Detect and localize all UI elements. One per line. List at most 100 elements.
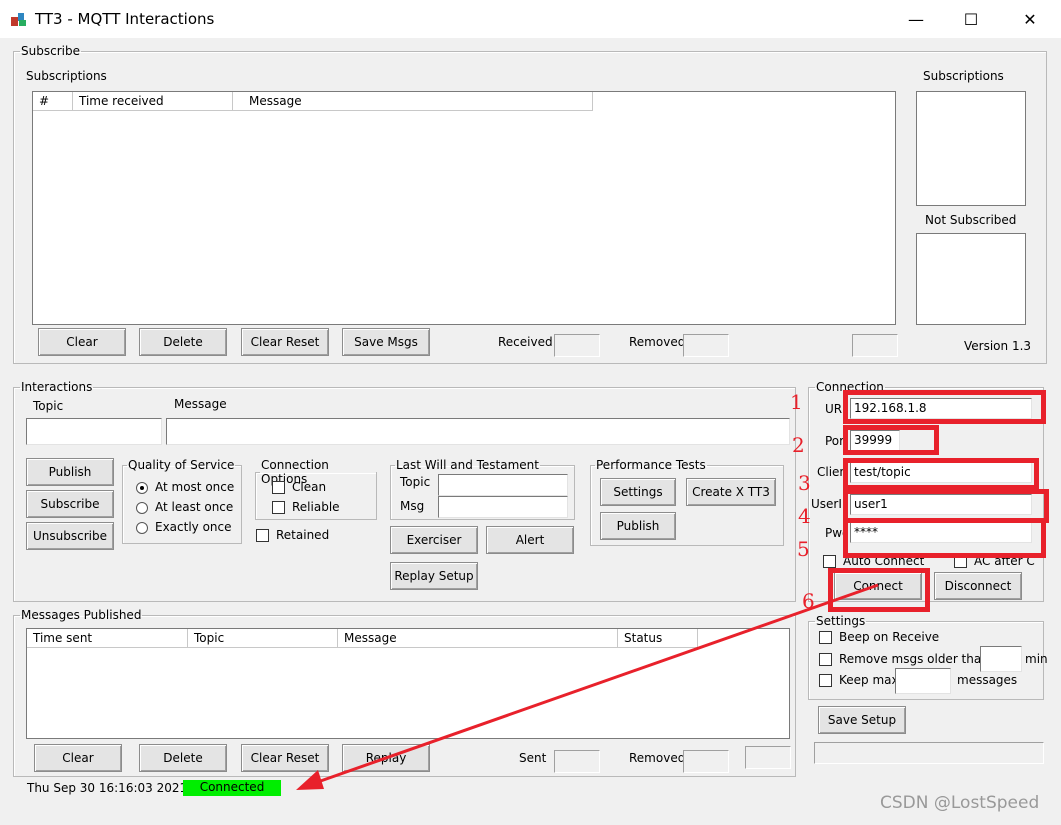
annotation-number: 6 xyxy=(802,589,815,613)
qos-option-label: At most once xyxy=(155,480,235,494)
retained-label: Retained xyxy=(276,528,330,542)
version-label: Version 1.3 xyxy=(964,339,1032,353)
sent-label: Sent xyxy=(519,751,547,765)
annotation-box-connect xyxy=(828,568,930,612)
message-input[interactable] xyxy=(166,418,790,445)
column-header[interactable]: Message xyxy=(338,629,618,648)
minimize-button[interactable]: — xyxy=(890,0,942,38)
topic-input[interactable] xyxy=(26,418,162,445)
qos-radio-at-least-once[interactable] xyxy=(136,502,148,514)
qos-radio-at-most-once[interactable] xyxy=(136,482,148,494)
sent-count xyxy=(554,750,600,773)
annotation-number: 1 xyxy=(790,390,803,414)
published-extra-count xyxy=(745,746,791,769)
annotation-box-port xyxy=(843,425,939,455)
annotation-number: 2 xyxy=(792,433,805,457)
clear-reset-published-button[interactable]: Clear Reset xyxy=(241,744,329,772)
close-button[interactable]: ✕ xyxy=(1004,0,1056,38)
subscribe-button[interactable]: Subscribe xyxy=(26,490,114,518)
extra-count xyxy=(852,334,898,357)
save-msgs-button[interactable]: Save Msgs xyxy=(342,328,430,356)
annotation-number: 4 xyxy=(798,504,811,528)
not-subscribed-list[interactable] xyxy=(916,233,1026,325)
received-messages-list[interactable]: # Time received Message xyxy=(32,91,896,325)
save-setup-button[interactable]: Save Setup xyxy=(818,706,906,734)
app-icon xyxy=(11,13,26,26)
annotation-box-client xyxy=(843,458,1039,490)
watermark: CSDN @LostSpeed xyxy=(880,793,1040,813)
column-header[interactable]: Message xyxy=(243,92,593,111)
maximize-button[interactable]: ☐ xyxy=(945,0,997,38)
lwt-topic-input[interactable] xyxy=(438,474,568,496)
exerciser-button[interactable]: Exerciser xyxy=(390,526,478,554)
removed-label: Removed xyxy=(629,335,686,349)
interactions-legend: Interactions xyxy=(21,380,93,394)
publish-button[interactable]: Publish xyxy=(26,458,114,486)
beep-on-receive-label: Beep on Receive xyxy=(839,630,940,644)
topic-label: Topic xyxy=(33,399,64,413)
received-label: Received xyxy=(498,335,553,349)
column-header[interactable]: # xyxy=(33,92,73,111)
lwt-msg-input[interactable] xyxy=(438,496,568,518)
reliable-label: Reliable xyxy=(292,500,340,514)
qos-radio-exactly-once[interactable] xyxy=(136,522,148,534)
column-header[interactable]: Status xyxy=(618,629,698,648)
remove-older-checkbox[interactable] xyxy=(819,653,832,666)
retained-checkbox[interactable] xyxy=(256,529,269,542)
messages-published-legend: Messages Published xyxy=(21,608,142,622)
lwt-topic-label: Topic xyxy=(400,475,431,489)
subscribe-legend: Subscribe xyxy=(21,44,80,58)
annotation-box-pwd xyxy=(843,518,1046,558)
remove-older-label: Remove msgs older than xyxy=(839,652,989,666)
delete-published-button[interactable]: Delete xyxy=(139,744,227,772)
keep-max-checkbox[interactable] xyxy=(819,674,832,687)
column-header[interactable]: Topic xyxy=(188,629,338,648)
annotation-box-url xyxy=(843,390,1046,424)
subscriptions-side-label: Subscriptions xyxy=(923,69,1004,83)
reliable-checkbox[interactable] xyxy=(272,501,285,514)
subscriptions-label: Subscriptions xyxy=(26,69,107,83)
auto-connect-checkbox[interactable] xyxy=(823,555,836,568)
column-header[interactable]: Time received xyxy=(73,92,233,111)
annotation-number: 3 xyxy=(798,471,811,495)
messages-label: messages xyxy=(957,673,1018,687)
published-messages-list[interactable]: Time sent Topic Message Status xyxy=(26,628,790,739)
subscriptions-list[interactable] xyxy=(916,91,1026,206)
disconnect-button[interactable]: Disconnect xyxy=(934,572,1022,600)
delete-received-button[interactable]: Delete xyxy=(139,328,227,356)
received-count xyxy=(554,334,600,357)
lwt-legend: Last Will and Testament xyxy=(396,458,539,472)
clean-checkbox[interactable] xyxy=(272,481,285,494)
clear-received-button[interactable]: Clear xyxy=(38,328,126,356)
annotation-number: 5 xyxy=(797,537,810,561)
user-label: UserI xyxy=(811,497,842,511)
status-datetime: Thu Sep 30 16:16:03 2021 xyxy=(27,781,188,795)
message-label: Message xyxy=(174,397,227,411)
qos-option-label: At least once xyxy=(155,500,234,514)
keep-max-label: Keep max xyxy=(839,673,899,687)
perf-settings-button[interactable]: Settings xyxy=(600,478,676,506)
published-removed-count xyxy=(683,750,729,773)
qos-legend: Quality of Service xyxy=(128,458,235,472)
window-title: TT3 - MQTT Interactions xyxy=(35,10,215,28)
beep-on-receive-checkbox[interactable] xyxy=(819,631,832,644)
keep-max-input[interactable] xyxy=(895,668,951,694)
settings-legend: Settings xyxy=(816,614,866,628)
alert-button[interactable]: Alert xyxy=(486,526,574,554)
create-x-tt3-button[interactable]: Create X TT3 xyxy=(686,478,776,506)
published-removed-label: Removed xyxy=(629,751,686,765)
remove-older-input[interactable] xyxy=(980,646,1022,672)
removed-count xyxy=(683,334,729,357)
connection-status-badge: Connected xyxy=(183,780,281,796)
replay-setup-button[interactable]: Replay Setup xyxy=(390,562,478,590)
perf-publish-button[interactable]: Publish xyxy=(600,512,676,540)
qos-option-label: Exactly once xyxy=(155,520,232,534)
not-subscribed-label: Not Subscribed xyxy=(925,213,1017,227)
unsubscribe-button[interactable]: Unsubscribe xyxy=(26,522,114,550)
clear-reset-received-button[interactable]: Clear Reset xyxy=(241,328,329,356)
column-header[interactable]: Time sent xyxy=(27,629,188,648)
status-field xyxy=(814,742,1044,764)
replay-button[interactable]: Replay xyxy=(342,744,430,772)
clear-published-button[interactable]: Clear xyxy=(34,744,122,772)
clean-label: Clean xyxy=(292,480,327,494)
